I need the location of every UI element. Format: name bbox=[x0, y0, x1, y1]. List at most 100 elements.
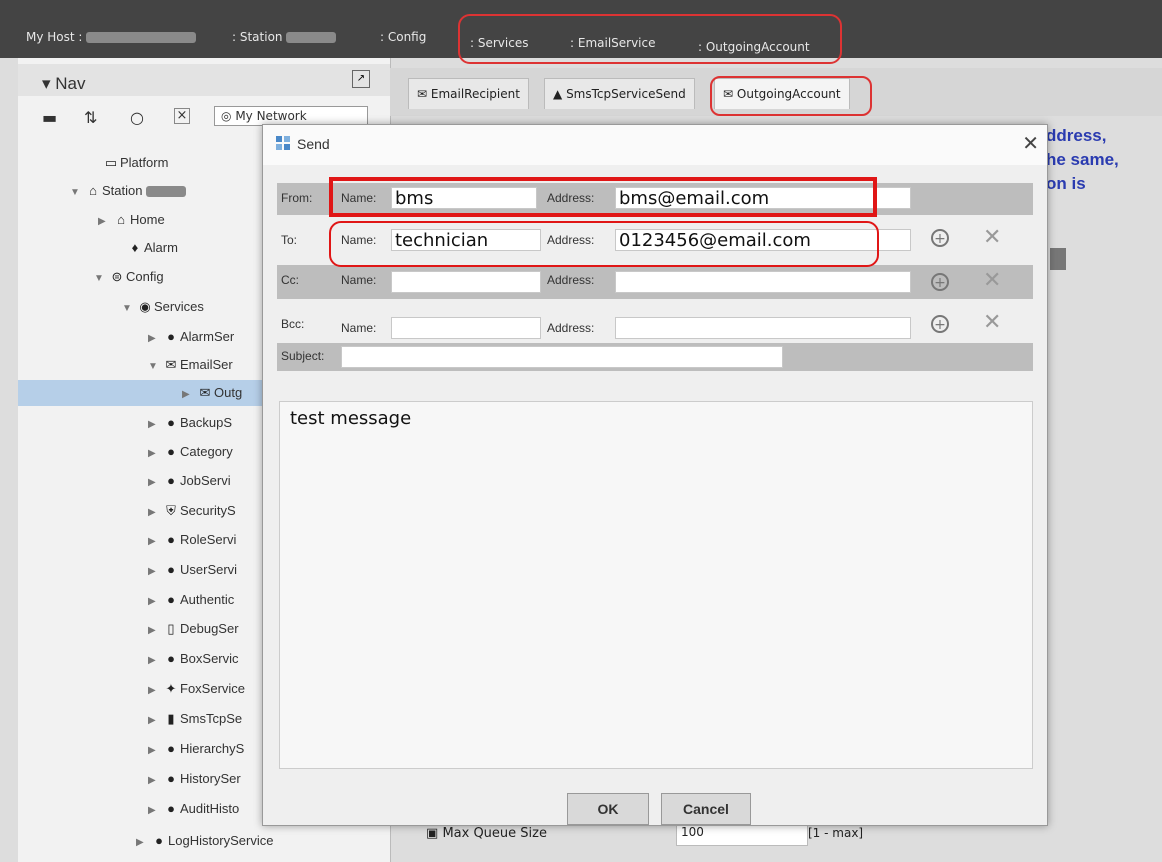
breadcrumb-config[interactable]: : Config bbox=[380, 30, 426, 44]
expand-arrow-icon[interactable]: ▶ bbox=[148, 326, 162, 352]
expand-arrow-icon[interactable]: ▶ bbox=[148, 648, 162, 674]
add-bcc-icon[interactable]: + bbox=[931, 315, 949, 333]
expand-arrow-icon[interactable]: ▶ bbox=[148, 441, 162, 467]
expand-arrow-icon[interactable]: ▶ bbox=[148, 738, 162, 764]
tree-item-label: AlarmSer bbox=[180, 329, 235, 344]
service-icon: ● bbox=[167, 562, 175, 577]
blurred-text bbox=[146, 186, 187, 198]
folder-icon[interactable]: ▬ bbox=[42, 108, 57, 127]
tree-item-label: Outg bbox=[214, 385, 243, 400]
remove-cc-icon[interactable]: ✕ bbox=[983, 268, 1001, 293]
close-icon[interactable]: ✕ bbox=[1022, 131, 1039, 155]
cc-label: Cc: bbox=[281, 273, 299, 287]
collapse-arrow-icon[interactable]: ▼ bbox=[122, 296, 136, 322]
expand-arrow-icon[interactable]: ▶ bbox=[148, 559, 162, 585]
ok-button[interactable]: OK bbox=[567, 793, 649, 825]
tree-item-label: HistorySer bbox=[180, 771, 241, 786]
cc-address-field[interactable] bbox=[615, 271, 911, 293]
service-icon: ● bbox=[167, 592, 175, 607]
collapse-arrow-icon[interactable]: ▼ bbox=[70, 180, 84, 206]
cc-row: Cc: Name: Address: + ✕ bbox=[277, 265, 1033, 299]
max-queue-range: [1 - max] bbox=[808, 826, 864, 840]
tree-item-label: AuditHisto bbox=[180, 801, 240, 816]
expand-arrow-icon[interactable]: ▶ bbox=[148, 470, 162, 496]
expand-arrow-icon[interactable]: ▶ bbox=[148, 412, 162, 438]
background-dropdown[interactable] bbox=[1050, 248, 1066, 270]
message-body[interactable]: test message bbox=[279, 401, 1033, 769]
cancel-button[interactable]: Cancel bbox=[661, 793, 751, 825]
breadcrumb-my-host[interactable]: My Host : bbox=[26, 30, 197, 44]
bcc-row: Bcc: Name: Address: + ✕ bbox=[277, 309, 1033, 341]
max-queue-input[interactable]: 100 bbox=[676, 824, 808, 846]
close-tree-icon[interactable]: × bbox=[174, 108, 190, 124]
tree-item-label: UserServi bbox=[180, 562, 238, 577]
tree-item-label: Services bbox=[154, 299, 204, 314]
service-icon: ● bbox=[167, 415, 175, 430]
warning-icon: ▲ bbox=[553, 87, 563, 101]
view-tabs: ✉ EmailRecipient ▲ SmsTcpServiceSend ✉ O… bbox=[390, 68, 1162, 116]
cc-name-field[interactable] bbox=[391, 271, 541, 293]
dialog-title: Send bbox=[297, 136, 330, 152]
services-icon: ◉ bbox=[139, 299, 151, 314]
config-icon: ⊜ bbox=[111, 269, 123, 284]
collapse-arrow-icon[interactable]: ▼ bbox=[148, 354, 162, 380]
email-recipient-icon: ✉ bbox=[417, 87, 428, 101]
max-queue-label: ▣ Max Queue Size bbox=[426, 826, 547, 841]
tab-email-recipient[interactable]: ✉ EmailRecipient bbox=[408, 78, 529, 109]
expand-arrow-icon[interactable]: ▶ bbox=[148, 589, 162, 615]
tree-item-label: EmailSer bbox=[180, 357, 233, 372]
nav-collapse-icon[interactable]: ▾ bbox=[42, 74, 51, 93]
tree-item-label: Category bbox=[180, 444, 233, 459]
maximize-icon[interactable]: ↗ bbox=[352, 70, 370, 88]
tree-item-label: Config bbox=[126, 269, 164, 284]
expand-arrow-icon[interactable]: ▶ bbox=[148, 708, 162, 734]
service-icon: ● bbox=[167, 444, 175, 459]
phone-icon: ▮ bbox=[167, 711, 175, 726]
expand-arrow-icon[interactable]: ▶ bbox=[148, 798, 162, 824]
globe-icon: ◎ bbox=[221, 109, 232, 123]
email-icon: ✉ bbox=[165, 357, 177, 372]
remove-to-icon[interactable]: ✕ bbox=[983, 225, 1001, 250]
bcc-name-field[interactable] bbox=[391, 317, 541, 339]
refresh-icon[interactable]: ○ bbox=[130, 108, 144, 127]
add-cc-icon[interactable]: + bbox=[931, 273, 949, 291]
expand-arrow-icon[interactable]: ▶ bbox=[136, 830, 150, 856]
remove-bcc-icon[interactable]: ✕ bbox=[983, 310, 1001, 335]
expand-arrow-icon[interactable]: ▶ bbox=[182, 382, 196, 408]
service-icon: ● bbox=[167, 801, 175, 816]
dialog-title-bar: Send ✕ bbox=[263, 125, 1047, 165]
network-select[interactable]: ◎ My Network bbox=[214, 106, 368, 126]
sort-icon[interactable]: ⇅ bbox=[84, 108, 97, 127]
service-icon: ● bbox=[167, 532, 175, 547]
background-text: ddress, he same, on is bbox=[1046, 126, 1119, 193]
queue-icon: ▣ bbox=[426, 826, 439, 841]
expand-arrow-icon[interactable]: ▶ bbox=[148, 768, 162, 794]
nav-header: ▾ Nav ↗ bbox=[18, 64, 390, 96]
service-icon: ● bbox=[167, 741, 175, 756]
debug-icon: ▯ bbox=[167, 621, 175, 636]
expand-arrow-icon[interactable]: ▶ bbox=[148, 500, 162, 526]
tree-item-label: SmsTcpSe bbox=[180, 711, 243, 726]
add-to-icon[interactable]: + bbox=[931, 229, 949, 247]
tree-item-label: BoxServic bbox=[180, 651, 239, 666]
tree-item-label: Station bbox=[102, 183, 143, 198]
expand-arrow-icon[interactable]: ▶ bbox=[98, 209, 112, 235]
expand-arrow-icon[interactable]: ▶ bbox=[148, 678, 162, 704]
bcc-address-field[interactable] bbox=[615, 317, 911, 339]
from-highlight bbox=[329, 177, 877, 217]
expand-arrow-icon[interactable]: ▶ bbox=[148, 529, 162, 555]
expand-arrow-icon[interactable]: ▶ bbox=[148, 618, 162, 644]
tree-item-label: JobServi bbox=[180, 473, 231, 488]
bcc-name-label: Name: bbox=[341, 321, 377, 335]
subject-field[interactable] bbox=[341, 346, 783, 368]
tab-sms-tcp-service-send[interactable]: ▲ SmsTcpServiceSend bbox=[544, 78, 695, 109]
cc-name-label: Name: bbox=[341, 273, 377, 287]
breadcrumb-station[interactable]: : Station bbox=[232, 30, 337, 44]
tree-item-label: SecurityS bbox=[180, 503, 236, 518]
bcc-label: Bcc: bbox=[281, 317, 305, 331]
tree-item-loghistoryservice[interactable]: ▶ ● LogHistoryService bbox=[18, 828, 386, 854]
service-icon: ● bbox=[155, 833, 163, 848]
service-icon: ● bbox=[167, 651, 175, 666]
collapse-arrow-icon[interactable]: ▼ bbox=[94, 266, 108, 292]
bcc-address-label: Address: bbox=[547, 321, 595, 335]
